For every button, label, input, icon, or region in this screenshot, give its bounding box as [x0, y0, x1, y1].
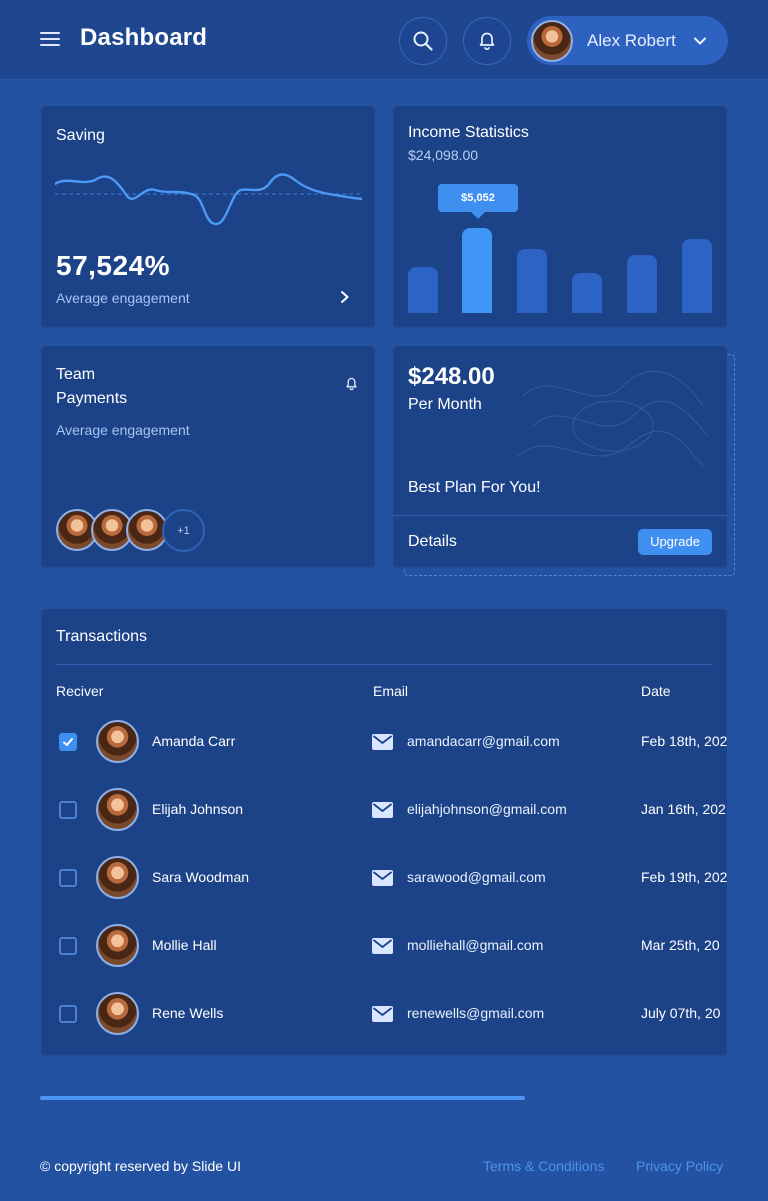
transaction-date: July 07th, 20: [641, 1005, 721, 1021]
transaction-date: Mar 25th, 20: [641, 937, 720, 953]
mail-icon: [372, 938, 393, 954]
row-checkbox[interactable]: [59, 937, 77, 955]
chevron-down-icon: [693, 37, 706, 44]
plan-tagline: Best Plan For You!: [408, 479, 541, 496]
bell-icon[interactable]: [345, 377, 358, 391]
user-name: Alex Robert: [587, 30, 676, 50]
avatar: [96, 924, 139, 967]
row-checkbox[interactable]: [59, 1005, 77, 1023]
team-title-line2: Payments: [56, 390, 128, 407]
receiver-name: Sara Woodman: [152, 869, 250, 885]
row-checkbox[interactable]: [59, 869, 77, 887]
team-title: Team Payments: [56, 363, 127, 411]
avatar: [531, 19, 573, 62]
user-menu[interactable]: Alex Robert: [527, 16, 728, 65]
column-header-receiver[interactable]: Reciver: [56, 683, 103, 699]
saving-sparkline: [55, 173, 362, 226]
column-header-email[interactable]: Email: [373, 683, 408, 699]
upgrade-button[interactable]: Upgrade: [638, 529, 712, 555]
table-row[interactable]: Elijah Johnson elijahjohnson@gmail.com Jan…: [41, 776, 727, 844]
plan-details-link[interactable]: Details: [408, 533, 457, 551]
income-bar[interactable]: [462, 228, 492, 313]
saving-value: 57,524%: [56, 250, 171, 281]
plan-divider: [393, 515, 727, 516]
saving-label: Saving: [56, 127, 105, 144]
avatar: [96, 856, 139, 899]
bar-tooltip: $5,052: [438, 184, 518, 219]
income-total: $24,098.00: [408, 147, 479, 163]
row-checkbox[interactable]: [59, 801, 77, 819]
table-row[interactable]: Mollie Hall molliehall@gmail.com Mar 25th,…: [41, 912, 727, 980]
search-button[interactable]: [399, 17, 447, 65]
avatar: [96, 788, 139, 831]
income-statistics-card: Income Statistics $24,098.00 $5,052: [393, 106, 727, 327]
plan-card: $248.00 Per Month Best Plan For You! Det…: [393, 346, 727, 567]
table-row[interactable]: Amanda Carr amandacarr@gmail.com Feb 18th,…: [41, 708, 727, 776]
income-bar[interactable]: [627, 255, 657, 313]
income-bar[interactable]: [408, 267, 438, 313]
receiver-name: Mollie Hall: [152, 937, 217, 953]
more-members-badge[interactable]: +1: [162, 509, 205, 552]
saving-card: Saving 57,524% Average engagement: [41, 106, 375, 327]
team-payments-card: Team Payments Average engagement +1: [41, 346, 375, 567]
transaction-date: Feb 19th, 202: [641, 869, 727, 885]
receiver-name: Amanda Carr: [152, 733, 236, 749]
mail-icon: [372, 870, 393, 886]
mail-icon: [372, 802, 393, 818]
bell-icon: [479, 32, 495, 51]
table-row[interactable]: Sara Woodman sarawood@gmail.com Feb 19th, …: [41, 844, 727, 912]
receiver-name: Rene Wells: [152, 1005, 224, 1021]
transactions-title: Transactions: [56, 628, 147, 645]
table-row[interactable]: Rene Wells renewells@gmail.com July 07th, …: [41, 980, 727, 1048]
menu-icon[interactable]: [40, 29, 62, 49]
receiver-name: Elijah Johnson: [152, 801, 244, 817]
receiver-email[interactable]: molliehall@gmail.com: [407, 937, 543, 953]
income-bar[interactable]: [682, 239, 712, 313]
saving-caption: Average engagement: [56, 290, 190, 306]
chevron-right-icon[interactable]: [339, 290, 351, 304]
receiver-email[interactable]: amandacarr@gmail.com: [407, 733, 560, 749]
avatar: [96, 720, 139, 763]
search-icon: [413, 31, 433, 51]
row-checkbox[interactable]: [59, 733, 77, 751]
plan-background-pattern: [517, 370, 709, 467]
plan-price: $248.00: [408, 363, 495, 390]
receiver-email[interactable]: elijahjohnson@gmail.com: [407, 801, 567, 817]
page-title: Dashboard: [80, 24, 208, 51]
plan-period: Per Month: [408, 396, 482, 413]
transaction-date: Jan 16th, 202: [641, 801, 726, 817]
receiver-email[interactable]: renewells@gmail.com: [407, 1005, 544, 1021]
top-bar: Dashboard Alex Robert: [0, 0, 768, 80]
mail-icon: [372, 734, 393, 750]
team-caption: Average engagement: [56, 422, 190, 438]
column-header-date[interactable]: Date: [641, 683, 671, 699]
terms-link[interactable]: Terms & Conditions: [483, 1158, 604, 1174]
team-title-line1: Team: [56, 366, 96, 383]
transactions-card: Transactions Reciver Email Date Amanda C…: [41, 609, 727, 1055]
horizontal-scrollbar[interactable]: [40, 1096, 525, 1100]
transaction-date: Feb 18th, 202: [641, 733, 727, 749]
income-bar[interactable]: [517, 249, 547, 313]
mail-icon: [372, 1006, 393, 1022]
footer-copyright: © copyright reserved by Slide UI: [40, 1158, 241, 1174]
income-label: Income Statistics: [408, 124, 529, 141]
avatar: [96, 992, 139, 1035]
check-icon: [63, 738, 73, 746]
receiver-email[interactable]: sarawood@gmail.com: [407, 869, 546, 885]
transactions-divider: [56, 664, 712, 665]
privacy-link[interactable]: Privacy Policy: [636, 1158, 723, 1174]
income-bar[interactable]: [572, 273, 602, 313]
notifications-button[interactable]: [463, 17, 511, 65]
